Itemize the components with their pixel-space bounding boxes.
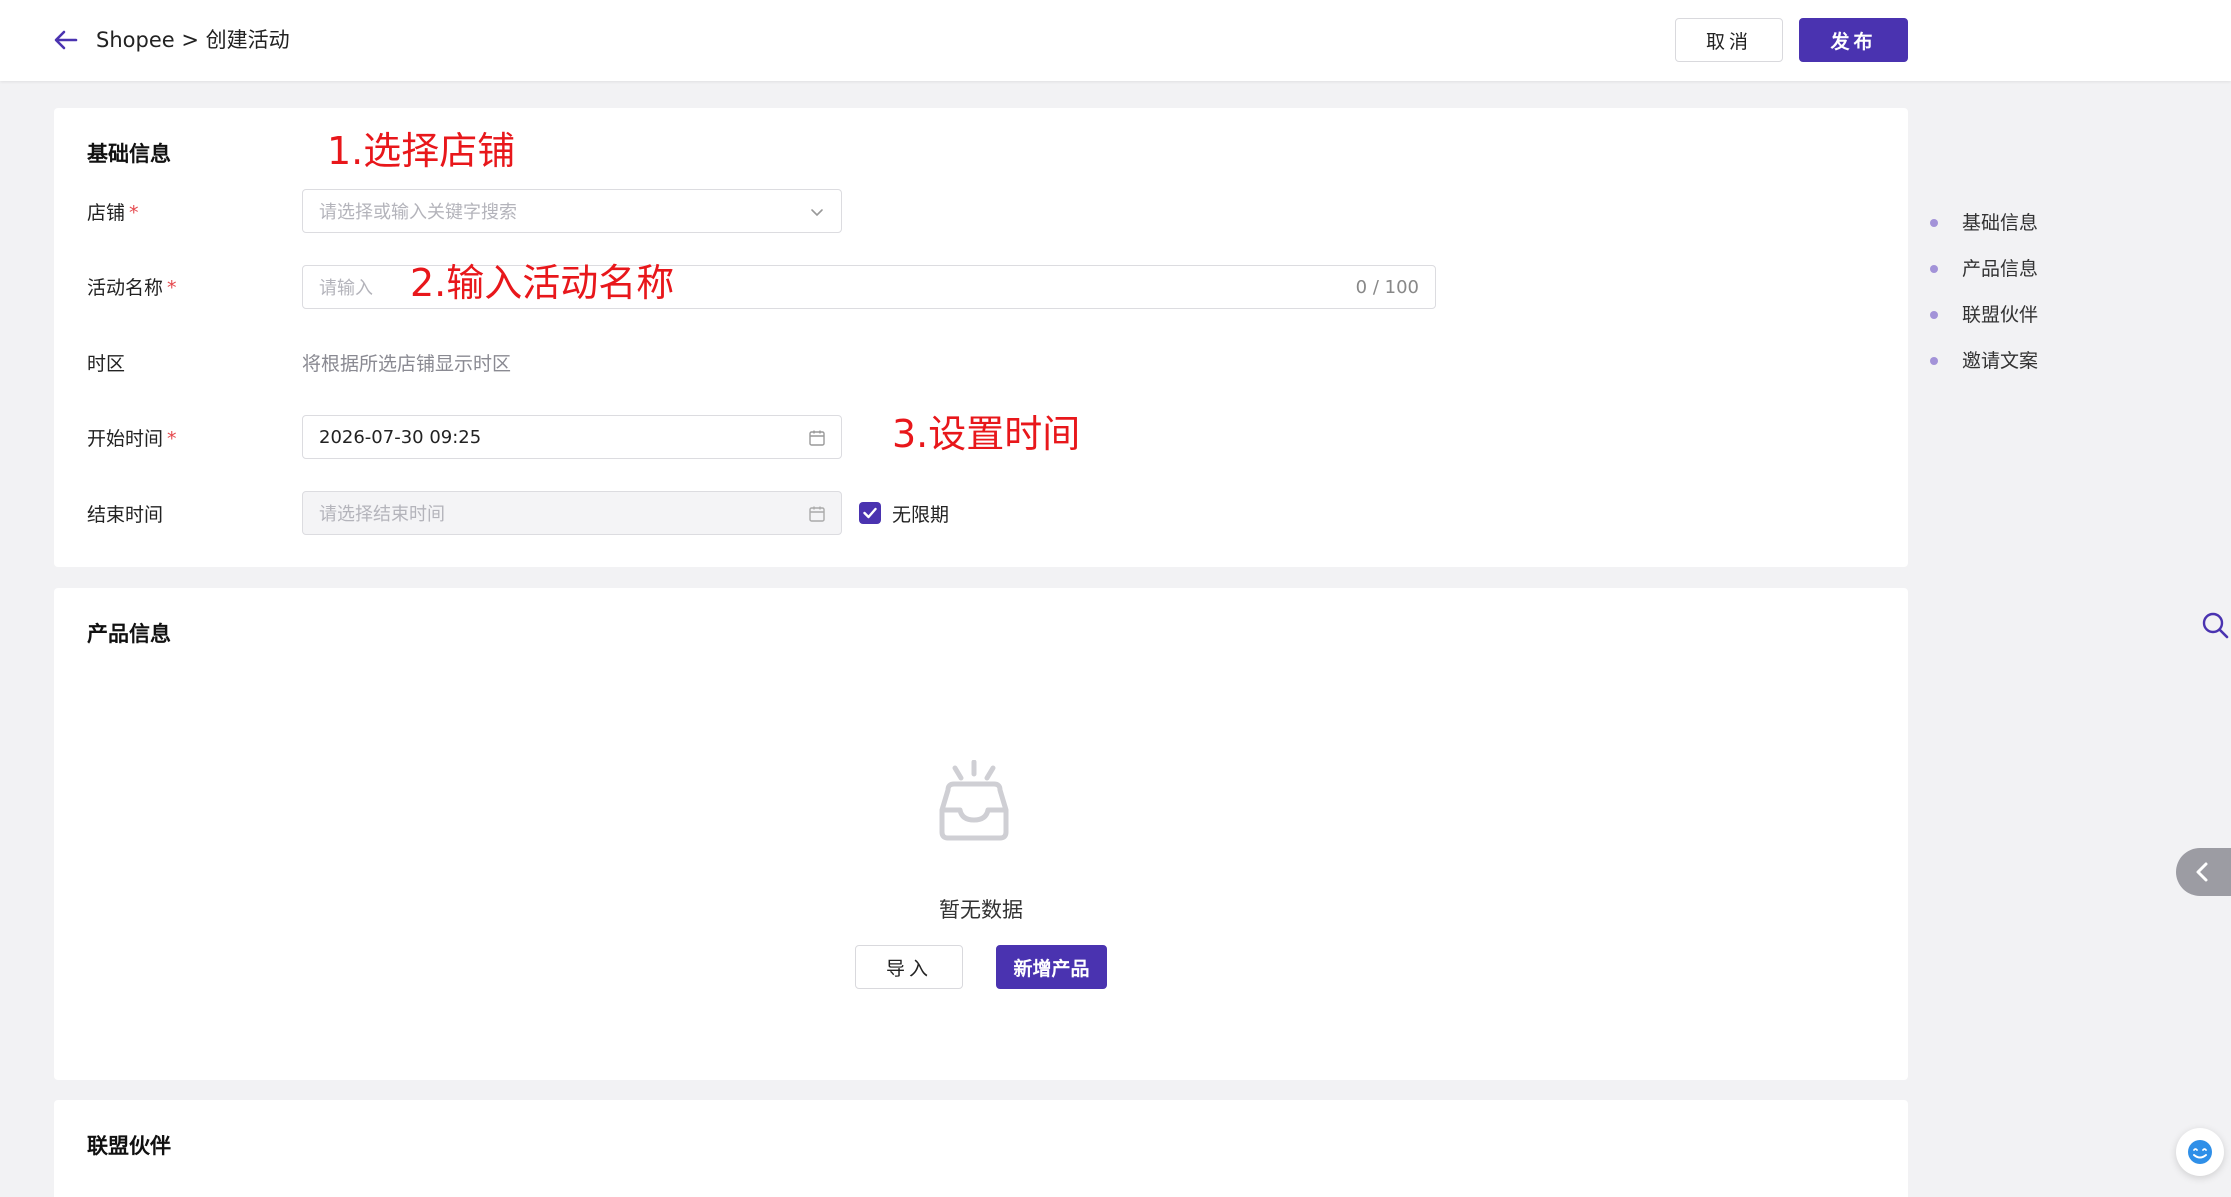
store-select[interactable]: 请选择或输入关键字搜索 xyxy=(302,189,842,233)
anchor-invite-copy[interactable]: 邀请文案 xyxy=(1930,348,2038,394)
anchor-dot xyxy=(1930,311,1938,319)
calendar-icon xyxy=(809,506,825,522)
anchor-product-info[interactable]: 产品信息 xyxy=(1930,256,2038,302)
empty-state-text: 暂无数据 xyxy=(939,898,1023,922)
activity-name-placeholder: 请输入 xyxy=(319,278,373,299)
anchor-dot xyxy=(1930,265,1938,273)
calendar-icon xyxy=(809,430,825,446)
start-time-value: 2026-07-30 09:25 xyxy=(319,426,482,448)
required-mark: * xyxy=(129,202,139,224)
collapse-panel-tab[interactable] xyxy=(2176,848,2231,896)
search-icon[interactable] xyxy=(2200,610,2230,640)
product-info-title: 产品信息 xyxy=(87,622,171,646)
start-time-picker[interactable]: 2026-07-30 09:25 xyxy=(302,415,842,459)
unlimited-label[interactable]: 无限期 xyxy=(892,500,949,527)
cancel-button[interactable]: 取消 xyxy=(1675,18,1783,62)
partner-card: 联盟伙伴 xyxy=(54,1100,1908,1197)
add-product-button[interactable]: 新增产品 xyxy=(996,945,1107,989)
import-button[interactable]: 导入 xyxy=(855,945,963,989)
end-time-placeholder: 请选择结束时间 xyxy=(319,504,445,525)
anchor-partner[interactable]: 联盟伙伴 xyxy=(1930,302,2038,348)
anchor-basic-info[interactable]: 基础信息 xyxy=(1930,210,2038,256)
basic-info-card: 基础信息 1.选择店铺 店铺 * 请选择或输入关键字搜索 活动名称 * 请输入 0 … xyxy=(54,108,1908,567)
partner-title: 联盟伙伴 xyxy=(87,1134,171,1158)
store-select-placeholder: 请选择或输入关键字搜索 xyxy=(319,202,517,223)
end-time-label: 结束时间 xyxy=(87,504,164,526)
store-label: 店铺 * xyxy=(87,202,139,224)
unlimited-checkbox[interactable] xyxy=(859,502,881,524)
timezone-value: 将根据所选店铺显示时区 xyxy=(302,353,512,375)
product-info-card: 产品信息 暂无数据 导入 新增产品 xyxy=(54,588,1908,1080)
anchor-dot xyxy=(1930,357,1938,365)
timezone-label: 时区 xyxy=(87,353,126,375)
arrow-left-icon[interactable] xyxy=(52,26,80,54)
start-time-label: 开始时间 * xyxy=(87,428,177,450)
anchor-nav: 基础信息 产品信息 联盟伙伴 邀请文案 xyxy=(1930,210,2038,394)
activity-name-label: 活动名称 * xyxy=(87,277,177,299)
check-icon xyxy=(863,507,877,519)
assistant-icon xyxy=(2188,1140,2212,1164)
chevron-down-icon xyxy=(811,209,823,217)
required-mark: * xyxy=(167,428,177,450)
breadcrumb: Shopee > 创建活动 xyxy=(96,28,290,52)
publish-button[interactable]: 发布 xyxy=(1799,18,1908,62)
annotation-set-time: 3.设置时间 xyxy=(892,412,1081,456)
char-counter: 0 / 100 xyxy=(1355,277,1419,298)
required-mark: * xyxy=(167,277,177,299)
annotation-enter-name: 2.输入活动名称 xyxy=(410,261,675,305)
top-bar: Shopee > 创建活动 取消 发布 xyxy=(0,0,2231,81)
chevron-left-icon xyxy=(2196,862,2208,882)
basic-info-title: 基础信息 xyxy=(87,142,171,166)
end-time-picker[interactable]: 请选择结束时间 xyxy=(302,491,842,535)
annotation-select-store: 1.选择店铺 xyxy=(327,129,516,173)
empty-inbox-icon xyxy=(939,760,1009,841)
anchor-dot xyxy=(1930,219,1938,227)
assistant-button[interactable] xyxy=(2176,1128,2224,1176)
